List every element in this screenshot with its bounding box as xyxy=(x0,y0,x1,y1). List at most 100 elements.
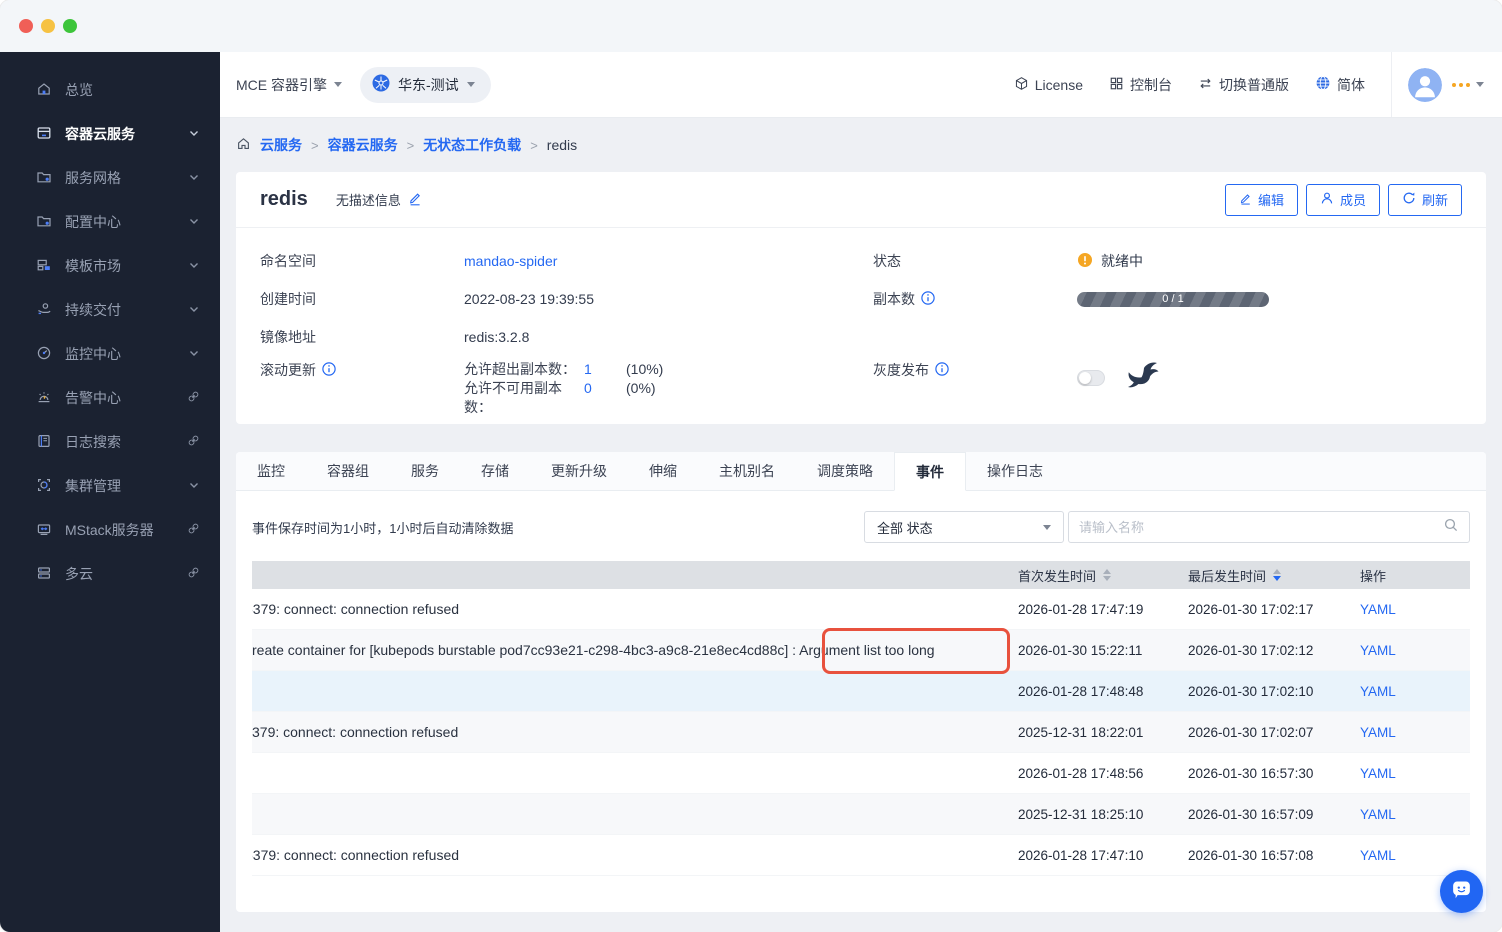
field-created: 创建时间 2022-08-23 19:39:55 xyxy=(260,280,849,318)
language-label: 简体 xyxy=(1337,76,1365,93)
template-icon xyxy=(36,257,52,276)
search-icon[interactable] xyxy=(1443,517,1459,538)
sidebar-item-continuous-delivery[interactable]: 持续交付 xyxy=(0,288,220,332)
yaml-link[interactable]: YAML xyxy=(1360,643,1396,658)
close-window-button[interactable] xyxy=(19,19,33,33)
tab-scaling[interactable]: 伸缩 xyxy=(628,452,698,490)
gauge-icon xyxy=(36,345,52,364)
max-unavailable-line: 允许不可用副本数： 0 (0%) xyxy=(464,380,656,415)
status-filter-select[interactable]: 全部 状态 xyxy=(864,511,1064,543)
console-grid-icon xyxy=(1109,76,1124,94)
sidebar-item-mstack-server[interactable]: MStack服务器 xyxy=(0,508,220,552)
chevron-down-icon[interactable] xyxy=(1476,82,1484,87)
cluster-selector[interactable]: 华东-测试 xyxy=(360,66,491,103)
minimize-window-button[interactable] xyxy=(41,19,55,33)
yaml-link[interactable]: YAML xyxy=(1360,848,1396,863)
chevron-down-icon xyxy=(188,214,200,230)
avatar[interactable] xyxy=(1408,67,1442,102)
edit-description-icon[interactable] xyxy=(408,191,422,209)
pencil-icon xyxy=(1239,192,1252,208)
sidebar: 总览 容器云服务 服务网格 配置中心 模板市场 持续交付 监控中心 告警中心 日… xyxy=(0,52,220,932)
sidebar-item-label: 多云 xyxy=(65,566,93,582)
chevron-down-icon xyxy=(334,82,342,87)
info-icon[interactable] xyxy=(322,361,336,379)
sidebar-item-label: 监控中心 xyxy=(65,346,121,362)
namespace-value[interactable]: mandao-spider xyxy=(464,253,557,269)
maximize-window-button[interactable] xyxy=(63,19,77,33)
server-icon xyxy=(36,521,52,540)
tab-operation-log[interactable]: 操作日志 xyxy=(966,452,1064,490)
sidebar-item-alert-center[interactable]: 告警中心 xyxy=(0,376,220,420)
sidebar-item-multicloud[interactable]: 多云 xyxy=(0,552,220,596)
edit-button[interactable]: 编辑 xyxy=(1224,183,1298,216)
action-column-header: 操作 xyxy=(1360,568,1387,584)
last-seen-time: 2026-01-30 16:57:30 xyxy=(1188,765,1314,781)
sidebar-item-log-search[interactable]: 日志搜索 xyxy=(0,420,220,464)
breadcrumb-link[interactable]: 容器云服务 xyxy=(328,135,398,155)
status-text: 就绪中 xyxy=(1101,253,1143,269)
console-link[interactable]: 控制台 xyxy=(1109,75,1172,95)
tab-scheduling[interactable]: 调度策略 xyxy=(796,452,894,490)
yaml-link[interactable]: YAML xyxy=(1360,807,1396,822)
sidebar-item-cluster-management[interactable]: 集群管理 xyxy=(0,464,220,508)
folder-gear-icon xyxy=(36,213,52,232)
tab-upgrade[interactable]: 更新升级 xyxy=(530,452,628,490)
chevron-down-icon xyxy=(188,478,200,494)
chevron-down-icon xyxy=(188,126,200,142)
sidebar-item-label: 模板市场 xyxy=(65,258,121,274)
language-selector[interactable]: 简体 xyxy=(1315,75,1365,95)
product-switcher[interactable]: MCE 容器引擎 xyxy=(236,75,342,95)
yaml-link[interactable]: YAML xyxy=(1360,684,1396,699)
sidebar-item-service-mesh[interactable]: 服务网格 xyxy=(0,156,220,200)
sidebar-item-config-center[interactable]: 配置中心 xyxy=(0,200,220,244)
breadcrumb-link[interactable]: 无状态工作负载 xyxy=(423,135,521,155)
person-icon xyxy=(1320,191,1334,208)
workload-title: redis xyxy=(260,188,308,210)
yaml-link[interactable]: YAML xyxy=(1360,725,1396,740)
workload-header: redis 无描述信息 编辑 成员 刷新 xyxy=(236,172,1486,228)
more-menu-dots[interactable] xyxy=(1452,82,1470,87)
sort-first-seen-icon[interactable] xyxy=(1103,569,1112,581)
members-button[interactable]: 成员 xyxy=(1305,183,1380,216)
sidebar-item-container-cloud[interactable]: 容器云服务 xyxy=(0,112,220,156)
external-link-icon xyxy=(187,390,200,406)
refresh-icon xyxy=(1402,191,1416,208)
tab-bar: 监控 容器组 服务 存储 更新升级 伸缩 主机别名 调度策略 事件 操作日志 xyxy=(236,452,1486,491)
info-icon[interactable] xyxy=(921,290,935,308)
yaml-link[interactable]: YAML xyxy=(1360,766,1396,781)
tab-services[interactable]: 服务 xyxy=(390,452,460,490)
topbar: MCE 容器引擎 华东-测试 License 控制台 切换普通版 简体 xyxy=(220,52,1502,118)
sidebar-item-template-market[interactable]: 模板市场 xyxy=(0,244,220,288)
breadcrumb-link[interactable]: 云服务 xyxy=(260,135,302,155)
first-seen-time: 2026-01-28 17:47:19 xyxy=(1018,601,1144,617)
chat-support-button[interactable] xyxy=(1440,870,1483,913)
tab-host-alias[interactable]: 主机别名 xyxy=(698,452,796,490)
cluster-icon xyxy=(36,477,52,496)
gray-release-toggle[interactable] xyxy=(1077,369,1105,386)
namespace-label: 命名空间 xyxy=(260,253,316,269)
search-input[interactable] xyxy=(1079,519,1443,535)
switch-edition-link[interactable]: 切换普通版 xyxy=(1198,75,1289,95)
sidebar-item-overview[interactable]: 总览 xyxy=(0,68,220,112)
last-seen-time: 2026-01-30 16:57:09 xyxy=(1188,806,1314,822)
chat-bubble-icon xyxy=(1450,878,1473,906)
sort-last-seen-icon[interactable] xyxy=(1273,569,1282,581)
tab-pods[interactable]: 容器组 xyxy=(306,452,390,490)
info-icon[interactable] xyxy=(935,361,949,379)
home-breadcrumb-icon[interactable] xyxy=(236,136,251,154)
workload-fields: 命名空间 mandao-spider 创建时间 2022-08-23 19:39… xyxy=(236,228,1486,417)
event-message: 6379: connect: connection refused xyxy=(252,601,460,617)
external-link-icon xyxy=(187,522,200,538)
tab-monitoring[interactable]: 监控 xyxy=(236,452,306,490)
rolling-update-value: 允许超出副本数： 1 (10%) 允许不可用副本数： 0 (0%) xyxy=(464,360,663,417)
sidebar-item-monitoring-center[interactable]: 监控中心 xyxy=(0,332,220,376)
tab-storage[interactable]: 存储 xyxy=(460,452,530,490)
switch-edition-label: 切换普通版 xyxy=(1219,76,1289,93)
tab-events[interactable]: 事件 xyxy=(894,452,966,491)
field-replicas: 副本数 0 / 1 xyxy=(873,280,1462,318)
first-seen-time: 2026-01-30 15:22:11 xyxy=(1018,642,1143,658)
field-image: 镜像地址 redis:3.2.8 xyxy=(260,318,849,356)
refresh-button[interactable]: 刷新 xyxy=(1387,183,1462,216)
yaml-link[interactable]: YAML xyxy=(1360,602,1396,617)
license-link[interactable]: License xyxy=(1014,76,1083,94)
